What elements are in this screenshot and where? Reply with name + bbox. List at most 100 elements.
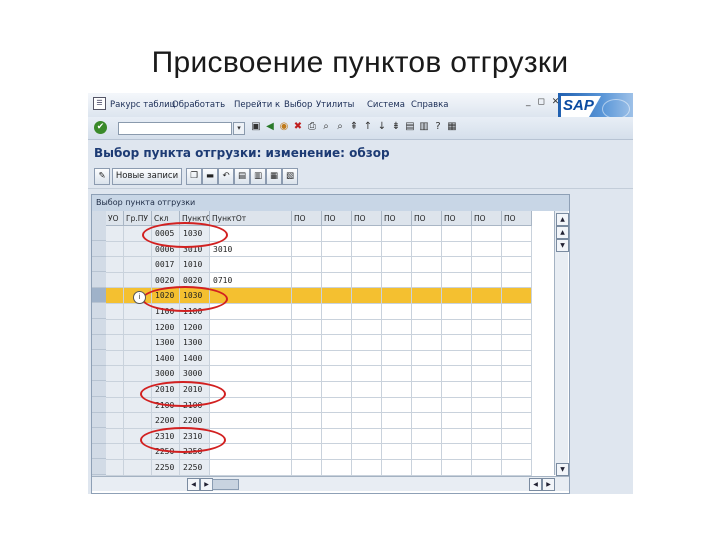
table-cell[interactable] (472, 382, 502, 398)
table-cell[interactable] (292, 350, 322, 367)
row-selector[interactable] (92, 226, 106, 241)
table-cell[interactable] (322, 241, 352, 258)
table-cell[interactable] (106, 272, 124, 289)
table-cell[interactable] (382, 397, 412, 414)
table-cell[interactable] (502, 226, 532, 242)
first-page-icon[interactable]: ⇞ (348, 121, 360, 133)
row-selector[interactable] (92, 320, 106, 335)
table-cell[interactable] (442, 444, 472, 460)
table-cell[interactable] (106, 428, 124, 445)
table-cell[interactable] (322, 428, 352, 445)
table-cell[interactable] (472, 335, 502, 351)
table-cell[interactable] (412, 382, 442, 398)
table-cell[interactable]: 2250 (180, 444, 210, 460)
table-cell[interactable] (412, 335, 442, 351)
column-header[interactable]: УО (106, 211, 124, 226)
table-cell[interactable]: 2310 (152, 428, 180, 445)
table-cell[interactable]: 1300 (180, 335, 210, 351)
table-cell[interactable] (442, 350, 472, 367)
table-cell[interactable] (124, 257, 152, 273)
table-cell[interactable] (472, 366, 502, 382)
table-cell[interactable]: 2200 (180, 413, 210, 429)
column-header[interactable]: ПО (352, 211, 382, 226)
select-all-icon[interactable]: ▤ (234, 168, 250, 185)
find-next-icon[interactable]: ⌕ (334, 121, 346, 133)
column-header[interactable]: ПО (412, 211, 442, 226)
next-page-icon[interactable]: ↓ (376, 121, 388, 133)
print-icon[interactable]: ⎙ (306, 121, 318, 133)
table-cell[interactable] (352, 444, 382, 460)
table-cell[interactable] (382, 304, 412, 320)
row-selector[interactable] (92, 460, 106, 475)
table-cell[interactable] (322, 319, 352, 336)
table-cell[interactable] (124, 460, 152, 476)
table-cell[interactable]: 2200 (152, 413, 180, 429)
table-cell[interactable] (124, 350, 152, 367)
column-header[interactable]: ПО (322, 211, 352, 226)
row-selector[interactable] (92, 398, 106, 413)
table-cell[interactable] (472, 272, 502, 289)
table-cell[interactable]: 1030 (180, 288, 210, 304)
table-cell[interactable] (472, 413, 502, 429)
table-cell[interactable] (292, 428, 322, 445)
previous-page-icon[interactable]: ↑ (362, 121, 374, 133)
menu-item-edit[interactable]: Обработать (172, 100, 225, 110)
table-cell[interactable]: 1100 (152, 304, 180, 320)
table-cell[interactable] (322, 444, 352, 460)
layout-icon[interactable]: ▦ (446, 121, 458, 133)
find-icon[interactable]: ⌕ (320, 121, 332, 133)
table-cell[interactable] (106, 319, 124, 336)
table-cell[interactable] (412, 272, 442, 289)
print-list-icon[interactable]: ▧ (282, 168, 298, 185)
table-cell[interactable] (352, 335, 382, 351)
scroll-up-icon[interactable]: ▲ (556, 226, 569, 239)
table-cell[interactable] (106, 257, 124, 273)
table-cell[interactable] (502, 241, 532, 258)
table-cell[interactable] (442, 460, 472, 476)
table-cell[interactable] (124, 428, 152, 445)
table-cell[interactable] (210, 444, 292, 460)
row-selector[interactable] (92, 257, 106, 273)
table-cell[interactable] (210, 397, 292, 414)
select-block-icon[interactable]: ▥ (250, 168, 266, 185)
scroll-left-icon[interactable]: ◀ (187, 478, 200, 491)
table-cell[interactable] (472, 350, 502, 367)
menu-item-utilities[interactable]: Утилиты (316, 100, 354, 110)
table-cell[interactable] (502, 304, 532, 320)
table-cell[interactable] (106, 413, 124, 429)
table-cell[interactable] (106, 444, 124, 460)
command-field[interactable] (118, 122, 232, 135)
table-cell[interactable] (124, 241, 152, 258)
table-cell[interactable] (412, 428, 442, 445)
table-cell[interactable] (292, 319, 322, 336)
table-cell[interactable] (124, 335, 152, 351)
table-cell[interactable] (352, 397, 382, 414)
table-cell[interactable] (292, 288, 322, 304)
table-cell[interactable] (442, 226, 472, 242)
table-cell[interactable] (472, 319, 502, 336)
scroll-down-icon[interactable]: ▼ (556, 239, 569, 252)
table-cell[interactable] (472, 460, 502, 476)
table-cell[interactable] (412, 226, 442, 242)
column-header[interactable]: ПО (502, 211, 532, 226)
table-cell[interactable] (412, 397, 442, 414)
table-cell[interactable] (382, 460, 412, 476)
table-cell[interactable] (472, 241, 502, 258)
table-cell[interactable] (292, 382, 322, 398)
copy-icon[interactable]: ❐ (186, 168, 202, 185)
table-cell[interactable] (412, 366, 442, 382)
command-history-icon[interactable]: ▾ (233, 122, 245, 135)
table-cell[interactable] (322, 413, 352, 429)
table-cell[interactable] (502, 335, 532, 351)
table-cell[interactable] (382, 257, 412, 273)
info-icon[interactable]: i (133, 291, 146, 304)
save-icon[interactable]: ▣ (250, 121, 262, 133)
table-cell[interactable]: 1010 (180, 257, 210, 273)
table-cell[interactable]: 1100 (180, 304, 210, 320)
row-selector[interactable] (92, 273, 106, 288)
column-header[interactable]: Гр.ПУ (124, 211, 152, 226)
table-cell[interactable] (322, 304, 352, 320)
table-cell[interactable] (292, 226, 322, 242)
table-cell[interactable] (442, 335, 472, 351)
table-cell[interactable] (352, 319, 382, 336)
